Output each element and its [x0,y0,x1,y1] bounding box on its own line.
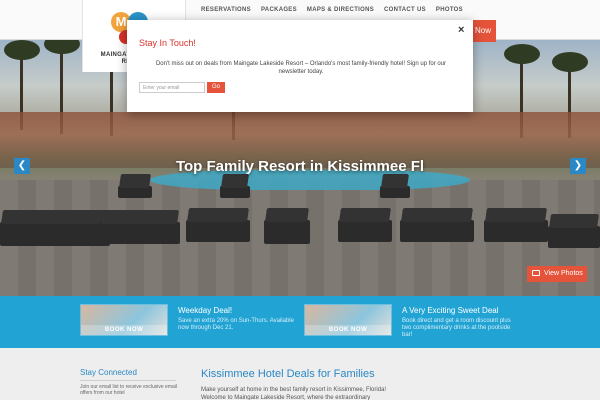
book-now-button[interactable]: BOOK NOW [305,325,391,335]
nav-item-photos[interactable]: PHOTOS [431,6,468,14]
email-field[interactable] [139,82,205,93]
main-nav: RESERVATIONS PACKAGES MAPS & DIRECTIONS … [196,6,468,14]
deal-title[interactable]: A Very Exciting Sweet Deal [402,306,499,315]
page-title: Kissimmee Hotel Deals for Families [201,368,375,380]
deals-band: BOOK NOW Weekday Deal! Save an extra 20%… [0,296,600,348]
hero-title: Top Family Resort in Kissimmee Fl [175,158,425,175]
view-photos-button[interactable]: View Photos [527,266,587,282]
camera-icon [532,270,540,277]
lounge-chair [264,220,310,244]
lounge-chair [0,222,110,246]
deal-description: Book direct and get a room discount plus… [402,318,511,338]
nav-item-maps-directions[interactable]: MAPS & DIRECTIONS [302,6,379,14]
lounge-chair [186,220,250,242]
go-button[interactable]: Go [207,82,225,93]
nav-item-packages[interactable]: PACKAGES [256,6,302,14]
lounge-chair [118,186,152,198]
divider [80,380,176,381]
lounge-chair [380,186,410,198]
lounge-chair [220,186,250,198]
book-now-button[interactable]: BOOK NOW [81,325,167,335]
lounge-chair [484,220,548,242]
lounge-chair [338,220,392,242]
page-intro: Make yourself at home in the best family… [201,387,387,400]
nav-item-reservations[interactable]: RESERVATIONS [196,6,256,14]
deal-description: Save an extra 20% on Sun-Thurs. Availabl… [178,318,294,331]
content-area: Stay Connected Join our email list to re… [0,348,600,400]
deal-title[interactable]: Weekday Deal! [178,306,232,315]
chevron-right-icon[interactable]: ❯ [570,158,586,174]
stay-connected-title: Stay Connected [80,368,137,377]
stay-connected-description: Join our email list to receive exclusive… [80,384,177,396]
view-photos-label: View Photos [544,270,583,277]
chevron-left-icon[interactable]: ❮ [14,158,30,174]
lounge-chair [548,226,600,248]
lounge-chair [400,220,474,242]
newsletter-modal: Stay In Touch! × Don't miss out on deals… [127,20,473,112]
deal-image-sweet[interactable]: BOOK NOW [304,304,392,336]
close-icon[interactable]: × [458,25,464,36]
modal-text: Don't miss out on deals from Maingate La… [155,61,447,75]
modal-title: Stay In Touch! [139,38,196,48]
nav-item-contact-us[interactable]: CONTACT US [379,6,431,14]
lounge-chair [100,222,180,244]
deal-image-weekday[interactable]: BOOK NOW [80,304,168,336]
